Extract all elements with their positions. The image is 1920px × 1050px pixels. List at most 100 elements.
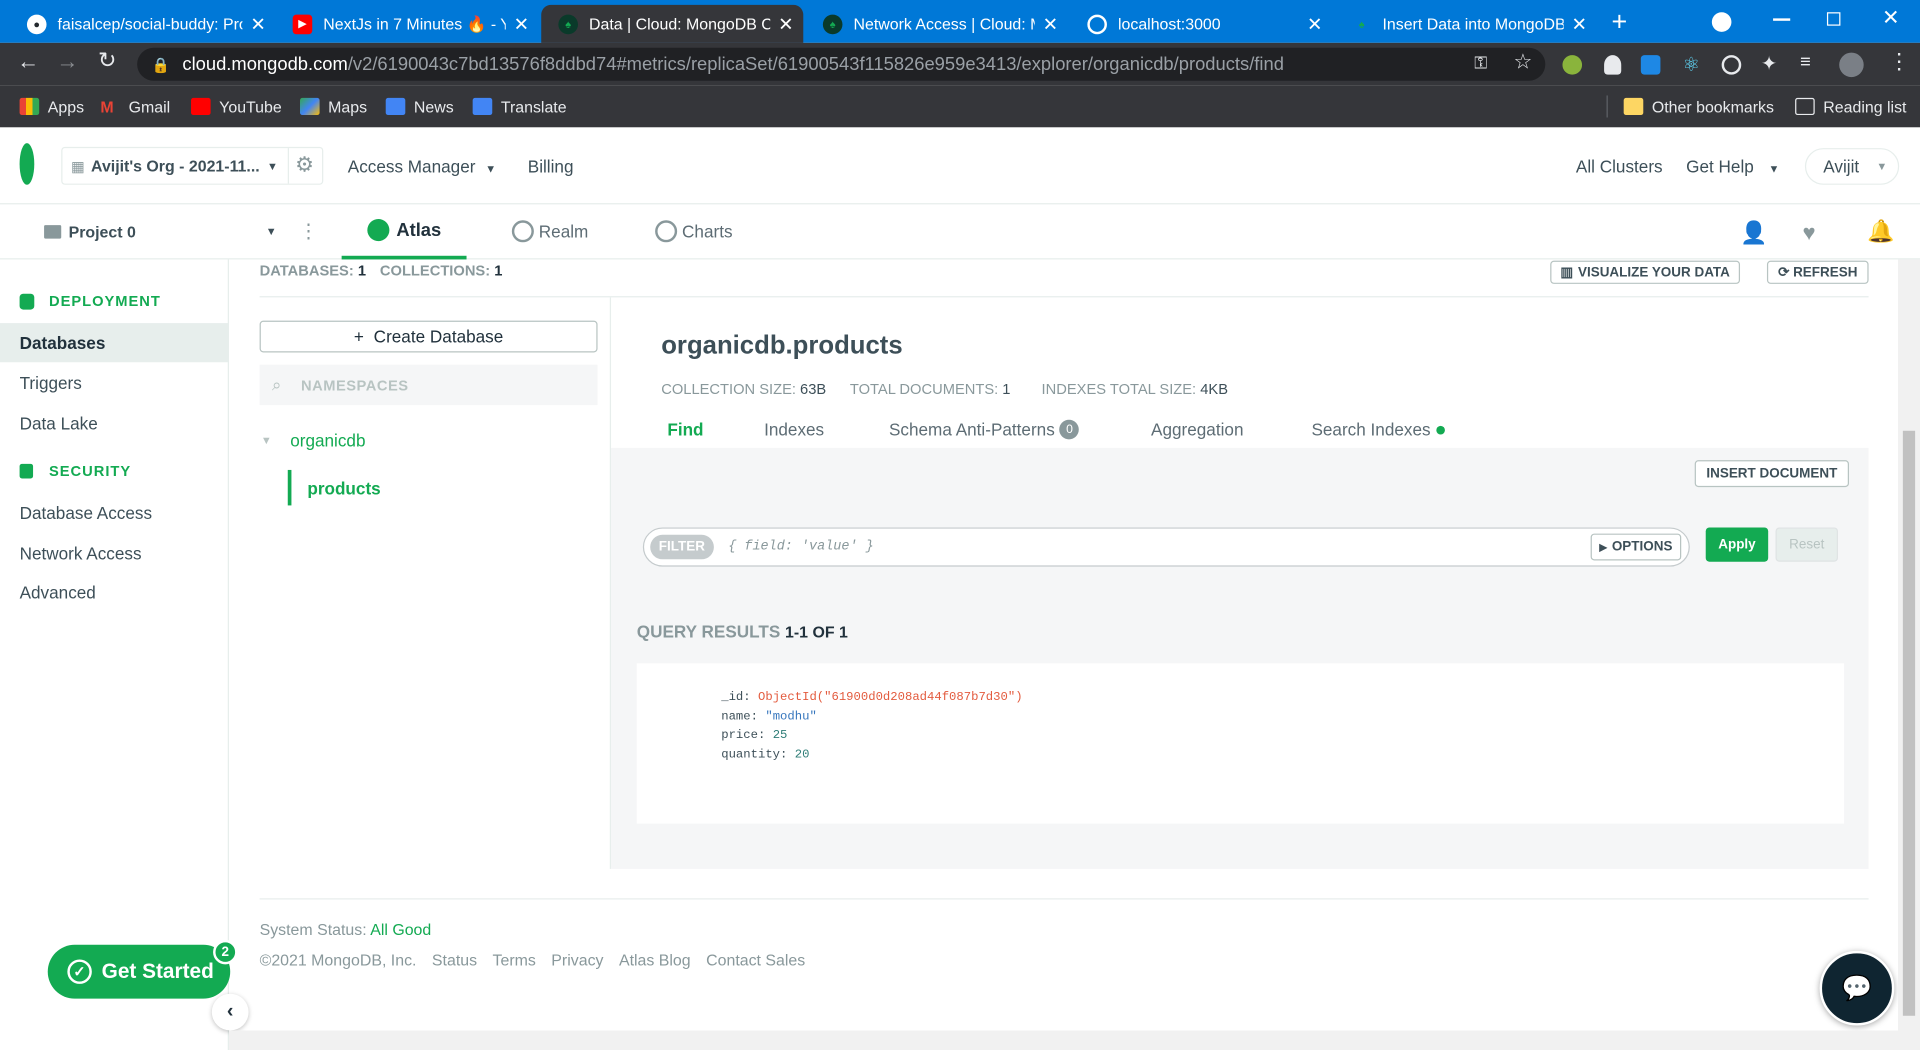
media-control-icon[interactable]: ≡ bbox=[1800, 51, 1811, 72]
sidebar-item-data-lake[interactable]: Data Lake bbox=[0, 404, 229, 443]
extension-icon[interactable] bbox=[1562, 55, 1583, 75]
close-window-icon[interactable]: ✕ bbox=[1882, 6, 1899, 30]
options-toggle[interactable]: ▶ OPTIONS bbox=[1590, 533, 1682, 561]
filter-input[interactable]: { field: 'value' } bbox=[728, 540, 1590, 555]
project-more-icon[interactable]: ⋮ bbox=[299, 219, 319, 243]
new-tab-button[interactable]: + bbox=[1611, 6, 1627, 38]
bookmark-news[interactable]: News bbox=[385, 86, 454, 128]
chevron-down-icon[interactable]: ▼ bbox=[266, 225, 277, 237]
browser-tab[interactable]: localhost:3000 ✕ bbox=[1070, 5, 1332, 43]
tab-indexes[interactable]: Indexes bbox=[764, 420, 824, 440]
browser-tab[interactable]: ♠ Network Access | Cloud: MongoDB ✕ bbox=[806, 5, 1068, 43]
bookmark-youtube[interactable]: YouTube bbox=[191, 86, 282, 128]
horizontal-scrollbar[interactable] bbox=[228, 1030, 1898, 1050]
visualize-data-button[interactable]: ▥ VISUALIZE YOUR DATA bbox=[1550, 260, 1741, 284]
forward-icon[interactable]: → bbox=[56, 49, 78, 75]
browser-tab-active[interactable]: ♠ Data | Cloud: MongoDB Cloud ✕ bbox=[541, 4, 804, 43]
namespace-search-input[interactable]: ⌕ NAMESPACES bbox=[259, 364, 598, 406]
org-selector[interactable]: ▦ Avijit's Org - 2021-11... ▼ ⚙ bbox=[61, 146, 324, 185]
app-header: ▦ Avijit's Org - 2021-11... ▼ ⚙ Access M… bbox=[0, 128, 1920, 205]
activity-feed-icon[interactable]: ♥ bbox=[1802, 220, 1815, 246]
tab-aggregation[interactable]: Aggregation bbox=[1151, 420, 1243, 440]
bookmark-star-icon[interactable]: ☆ bbox=[1513, 50, 1532, 74]
back-icon[interactable]: ← bbox=[17, 49, 39, 75]
tab-charts[interactable]: Charts bbox=[655, 220, 733, 243]
footer-link-status[interactable]: Status bbox=[432, 951, 477, 969]
profile-avatar[interactable] bbox=[1839, 52, 1864, 78]
key-icon[interactable]: ⚿ bbox=[1474, 53, 1487, 74]
project-selector[interactable]: Project 0 bbox=[44, 223, 136, 241]
billing-link[interactable]: Billing bbox=[528, 157, 574, 177]
all-clusters-link[interactable]: All Clusters bbox=[1576, 157, 1663, 177]
filter-bar[interactable]: FILTER { field: 'value' } ▶ OPTIONS bbox=[642, 527, 1690, 567]
close-tab-icon[interactable]: ✕ bbox=[778, 13, 793, 35]
close-tab-icon[interactable]: ✕ bbox=[1043, 13, 1058, 35]
footer-link-contact-sales[interactable]: Contact Sales bbox=[706, 951, 805, 969]
sidebar-item-databases[interactable]: Databases bbox=[0, 323, 229, 363]
user-menu[interactable]: Avijit ▼ bbox=[1804, 148, 1900, 185]
scrollbar-thumb[interactable] bbox=[1902, 430, 1916, 1016]
create-database-button[interactable]: + Create Database bbox=[259, 320, 598, 353]
sidebar-item-network-access[interactable]: Network Access bbox=[0, 534, 229, 573]
tab-schema-anti-patterns[interactable]: Schema Anti-Patterns 0 bbox=[889, 419, 1080, 440]
apply-button[interactable]: Apply bbox=[1705, 527, 1769, 562]
browser-toolbar: ← → ↻ 🔒 cloud.mongodb.com/v2/6190043c7bd… bbox=[0, 42, 1920, 86]
collapse-sidebar-chevron-left-icon[interactable]: ‹ bbox=[211, 993, 249, 1031]
restore-icon[interactable] bbox=[1826, 12, 1841, 26]
status-link[interactable]: All Good bbox=[370, 920, 431, 938]
access-manager-menu[interactable]: Access Manager ▼ bbox=[348, 157, 496, 177]
minimize-icon[interactable] bbox=[1773, 18, 1791, 21]
database-item-organicdb[interactable]: organicdb bbox=[290, 431, 365, 451]
caret-down-icon[interactable]: ▼ bbox=[261, 434, 272, 446]
tab-atlas[interactable]: Atlas bbox=[341, 204, 467, 260]
close-tab-icon[interactable]: ✕ bbox=[514, 13, 529, 35]
document-card[interactable]: _id: ObjectId("61900d0d208ad44f087b7d30"… bbox=[636, 663, 1845, 824]
invite-user-icon[interactable]: 👤 bbox=[1740, 220, 1767, 246]
get-started-button[interactable]: ✓ Get Started bbox=[47, 944, 231, 999]
react-devtools-icon[interactable]: ⚛ bbox=[1682, 53, 1700, 77]
support-chat-icon[interactable]: 💬 bbox=[1819, 950, 1895, 1026]
browser-tab[interactable]: ▶ NextJs in 7 Minutes 🔥 - YouTube ✕ bbox=[276, 5, 539, 43]
sidebar-item-triggers[interactable]: Triggers bbox=[0, 363, 229, 402]
sidebar-item-advanced[interactable]: Advanced bbox=[0, 573, 229, 612]
browser-menu-icon[interactable]: ⋮ bbox=[1888, 49, 1910, 75]
extension-icon[interactable] bbox=[1640, 55, 1661, 75]
notifications-bell-icon[interactable]: 🔔 bbox=[1867, 219, 1894, 245]
other-bookmarks[interactable]: Other bookmarks bbox=[1623, 86, 1774, 128]
settings-gear-icon[interactable]: ⚙ bbox=[295, 153, 314, 177]
close-tab-icon[interactable]: ✕ bbox=[1572, 13, 1587, 35]
chevron-down-icon: ▼ bbox=[1876, 160, 1888, 173]
plus-icon: + bbox=[353, 326, 364, 347]
get-help-menu[interactable]: Get Help ▼ bbox=[1686, 157, 1779, 177]
bookmark-gmail[interactable]: M Gmail bbox=[100, 86, 170, 128]
reading-list[interactable]: Reading list bbox=[1795, 86, 1906, 128]
tab-find[interactable]: Find bbox=[667, 420, 703, 440]
tab-title: Insert Data into MongoDB bbox=[1382, 14, 1565, 34]
reload-icon[interactable]: ↻ bbox=[98, 48, 116, 74]
browser-tab[interactable]: ● faisalcep/social-buddy: Prod ✕ bbox=[10, 5, 276, 43]
sidebar-item-database-access[interactable]: Database Access bbox=[0, 493, 229, 532]
bookmark-maps[interactable]: Maps bbox=[300, 86, 367, 128]
browser-tab[interactable]: ♠ Insert Data into MongoDB ✕ bbox=[1335, 5, 1597, 43]
tab-search-icon[interactable] bbox=[1711, 12, 1732, 32]
footer-link-privacy[interactable]: Privacy bbox=[551, 951, 603, 969]
extension-icon[interactable] bbox=[1604, 55, 1622, 75]
address-bar[interactable]: 🔒 cloud.mongodb.com/v2/6190043c7bd13576f… bbox=[137, 47, 1546, 81]
footer-link-terms[interactable]: Terms bbox=[493, 951, 536, 969]
close-tab-icon[interactable]: ✕ bbox=[250, 13, 265, 35]
collection-item-products[interactable]: products bbox=[307, 479, 380, 499]
extensions-puzzle-icon[interactable]: ✦ bbox=[1761, 51, 1777, 75]
extension-icon[interactable] bbox=[1721, 55, 1742, 75]
insert-document-button[interactable]: INSERT DOCUMENT bbox=[1694, 460, 1849, 488]
mongodb-logo-icon[interactable] bbox=[19, 143, 35, 185]
footer-link-atlas-blog[interactable]: Atlas Blog bbox=[619, 951, 691, 969]
bookmark-apps[interactable]: Apps bbox=[19, 86, 84, 128]
gmail-icon: M bbox=[100, 97, 114, 117]
bookmark-translate[interactable]: Translate bbox=[472, 86, 567, 128]
reset-button[interactable]: Reset bbox=[1775, 527, 1838, 562]
vertical-scrollbar[interactable] bbox=[1897, 259, 1920, 1050]
tab-realm[interactable]: Realm bbox=[511, 220, 588, 243]
tab-search-indexes[interactable]: Search Indexes bbox=[1311, 420, 1446, 439]
close-tab-icon[interactable]: ✕ bbox=[1307, 13, 1322, 35]
refresh-button[interactable]: ⟳ REFRESH bbox=[1766, 260, 1869, 284]
